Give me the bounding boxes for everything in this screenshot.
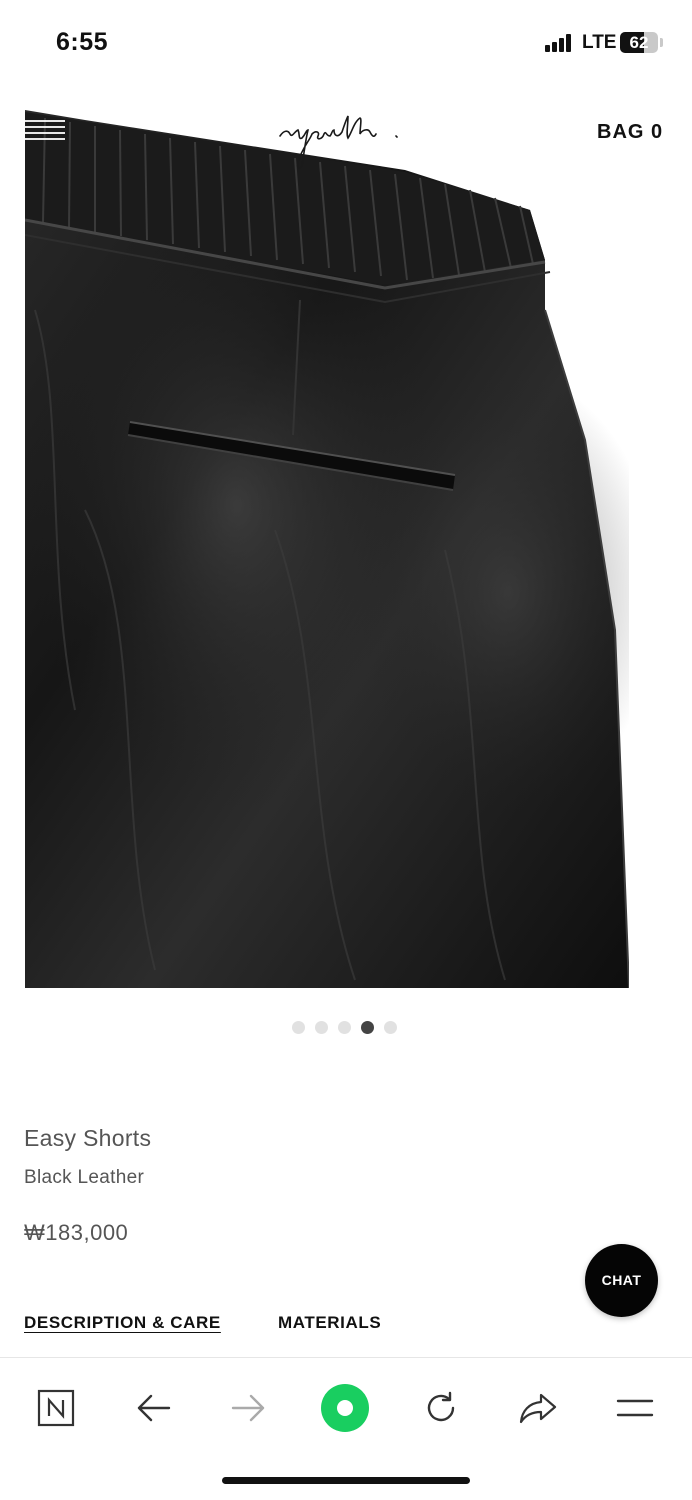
reload-icon[interactable] bbox=[415, 1382, 467, 1434]
battery-nub bbox=[660, 38, 663, 47]
carousel-dot[interactable] bbox=[361, 1021, 374, 1034]
naver-n-icon[interactable] bbox=[30, 1382, 82, 1434]
signal-icon bbox=[545, 34, 575, 52]
leather-shorts-illustration bbox=[25, 110, 629, 988]
hamburger-menu-icon[interactable] bbox=[25, 120, 65, 144]
carousel-dot[interactable] bbox=[292, 1021, 305, 1034]
status-bar: 6:55 LTE 62 bbox=[0, 0, 692, 84]
product-name: Easy Shorts bbox=[24, 1125, 152, 1151]
battery-icon: 62 bbox=[620, 32, 658, 53]
chat-button[interactable]: CHAT bbox=[585, 1244, 658, 1317]
bag-link[interactable]: BAG 0 bbox=[597, 121, 663, 144]
back-arrow-icon[interactable] bbox=[127, 1382, 179, 1434]
carousel-indicator[interactable] bbox=[292, 1021, 397, 1035]
carousel-dot[interactable] bbox=[338, 1021, 351, 1034]
product-color: Black Leather bbox=[24, 1167, 145, 1188]
carousel-dot[interactable] bbox=[384, 1021, 397, 1034]
forward-arrow-icon[interactable] bbox=[223, 1382, 275, 1434]
status-time: 6:55 bbox=[56, 28, 109, 56]
carousel-dot[interactable] bbox=[315, 1021, 328, 1034]
tab-description-care[interactable]: DESCRIPTION & CARE bbox=[24, 1313, 221, 1333]
product-image[interactable] bbox=[25, 110, 629, 988]
brand-logo[interactable] bbox=[276, 108, 418, 174]
menu-icon[interactable] bbox=[609, 1382, 661, 1434]
browser-toolbar bbox=[0, 1357, 692, 1500]
battery-level: 62 bbox=[629, 33, 649, 52]
home-indicator[interactable] bbox=[222, 1477, 470, 1484]
share-icon[interactable] bbox=[512, 1382, 564, 1434]
product-price: ₩183,000 bbox=[24, 1220, 129, 1245]
green-home-icon[interactable] bbox=[319, 1382, 371, 1434]
tab-materials[interactable]: MATERIALS bbox=[278, 1313, 381, 1333]
network-label: LTE bbox=[582, 32, 617, 53]
youth-logo-signature bbox=[279, 115, 398, 169]
